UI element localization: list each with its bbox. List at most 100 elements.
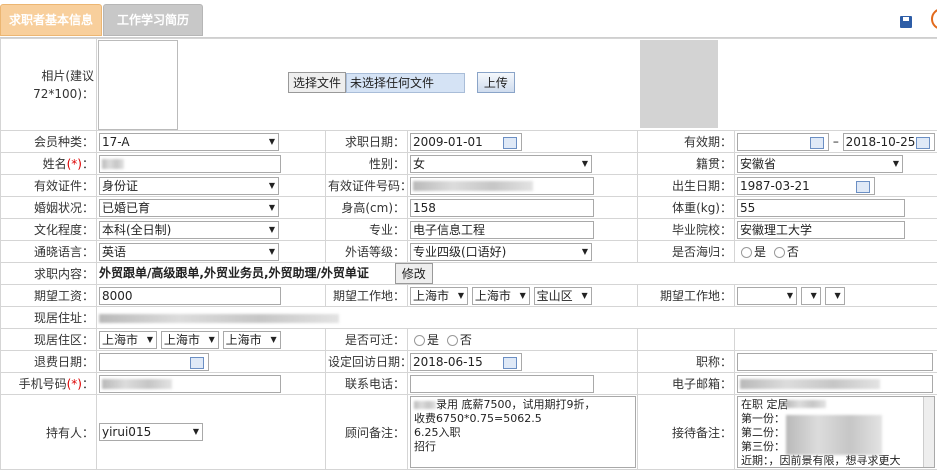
email-input[interactable] — [737, 374, 933, 393]
calendar-icon[interactable] — [856, 180, 870, 193]
expected-location-2-label: 期望工作地： — [637, 284, 735, 307]
choose-file-button[interactable]: 选择文件 — [288, 72, 347, 93]
major-label: 专业： — [325, 218, 408, 241]
revisit-date-label: 设定回访日期： — [325, 350, 408, 373]
phone-label: 联系电话： — [325, 372, 408, 395]
refund-date-input[interactable] — [99, 352, 209, 371]
tab-basic-info[interactable]: 求职者基本信息 — [0, 4, 102, 36]
refresh-icon[interactable] — [931, 8, 937, 30]
weight-input[interactable]: 55 — [737, 198, 905, 217]
calendar-icon[interactable] — [810, 136, 824, 149]
residence-district-select[interactable]: 上海市 ▼ — [222, 330, 281, 349]
residence-province-select[interactable]: 上海市 ▼ — [99, 330, 157, 349]
consultant-note-label: 顾问备注： — [325, 394, 408, 470]
school-input[interactable]: 安徽理工大学 — [737, 220, 905, 239]
validity-label: 有效期： — [637, 130, 735, 153]
returnee-no-label: 否 — [786, 245, 799, 259]
calendar-icon[interactable] — [915, 136, 930, 149]
refund-date-label: 退费日期： — [0, 350, 97, 373]
marital-status-select[interactable]: 已婚已育 ▼ — [99, 198, 279, 217]
language-level-label: 外语等级： — [325, 240, 408, 263]
relocate-yes-radio[interactable] — [414, 335, 425, 346]
expected-city-select[interactable]: 上海市 ▼ — [471, 286, 530, 305]
height-input[interactable]: 158 — [410, 198, 594, 217]
returnee-no-radio[interactable] — [773, 247, 785, 258]
relocate-no-label: 否 — [459, 333, 472, 347]
applicant-form: 相片(建议72*100)： 选择文件 未选择任何文件 上传 会员种类： 17-A ▼… — [0, 38, 937, 470]
owner-select[interactable]: yirui015 ▼ — [99, 423, 203, 441]
save-icon[interactable] — [900, 16, 912, 28]
id-type-label: 有效证件： — [0, 174, 97, 197]
gender-label: 性别： — [325, 152, 408, 175]
apply-date-input[interactable]: 2009-01-01 — [410, 132, 522, 151]
returnee-yes-label: 是 — [754, 245, 767, 259]
phone-input[interactable] — [410, 374, 594, 393]
owner-label: 持有人： — [0, 394, 97, 470]
language-level-select[interactable]: 专业四级(口语好) ▼ — [410, 242, 592, 261]
consultant-note-textarea[interactable]: 录用 底薪7500，试用期打9折， 收费6750*0.75=5062.5 6.2… — [410, 396, 636, 468]
calendar-icon[interactable] — [503, 356, 517, 369]
relocate-label: 是否可迁： — [325, 328, 408, 351]
validity-start-input[interactable] — [737, 132, 829, 151]
education-label: 文化程度： — [0, 218, 97, 241]
education-select[interactable]: 本科(全日制) ▼ — [99, 220, 279, 239]
photo-thumbnail — [639, 40, 718, 128]
upload-button[interactable]: 上传 — [476, 72, 515, 93]
expected-province-select[interactable]: 上海市 ▼ — [410, 286, 468, 305]
language-label: 通晓语言： — [0, 240, 97, 263]
file-name-text: 未选择任何文件 — [346, 72, 466, 93]
expected-province-2-select[interactable]: ▼ — [737, 286, 797, 305]
relocate-no-radio[interactable] — [446, 335, 458, 346]
name-label: 姓名(*)： — [0, 152, 97, 175]
expected-district-2-select[interactable]: ▼ — [824, 286, 845, 305]
photo-label: 相片(建议72*100)： — [0, 38, 97, 131]
id-number-input[interactable] — [410, 176, 594, 195]
returnee-yes-radio[interactable] — [741, 247, 752, 258]
expected-district-select[interactable]: 宝山区 ▼ — [533, 286, 592, 305]
job-content-label: 求职内容： — [0, 262, 97, 285]
id-number-label: 有效证件号码： — [325, 174, 408, 197]
validity-end-input[interactable]: 2018-10-25 — [842, 132, 935, 151]
school-label: 毕业院校： — [637, 218, 735, 241]
relocate-yes-label: 是 — [427, 333, 440, 347]
revisit-date-input[interactable]: 2018-06-15 — [410, 352, 522, 371]
gender-select[interactable]: 女 ▼ — [410, 154, 592, 173]
email-label: 电子邮箱： — [637, 372, 735, 395]
photo-preview — [98, 40, 178, 130]
expected-salary-label: 期望工资： — [0, 284, 97, 307]
expected-salary-input[interactable]: 8000 — [99, 286, 281, 305]
language-select[interactable]: 英语 ▼ — [99, 242, 279, 261]
edit-job-content-button[interactable]: 修改 — [394, 263, 433, 284]
job-title-label: 职称： — [637, 350, 735, 373]
returnee-label: 是否海归： — [637, 240, 735, 263]
member-type-label: 会员种类： — [0, 130, 97, 153]
member-type-select[interactable]: 17-A ▼ — [99, 132, 279, 151]
reception-note-textarea[interactable]: 在职 定居 第一份： 第二份： 第三份： 近期：，因前景有限，想寻求更大 — [737, 396, 935, 468]
calendar-icon[interactable] — [190, 356, 204, 369]
address-value — [99, 313, 339, 323]
residence-area-label: 现居住区： — [0, 328, 97, 351]
date-range-dash: – — [832, 134, 839, 148]
expected-city-2-select[interactable]: ▼ — [800, 286, 821, 305]
native-place-label: 籍贯： — [637, 152, 735, 175]
residence-city-select[interactable]: 上海市 ▼ — [160, 330, 219, 349]
address-label: 现居住址： — [0, 306, 97, 329]
mobile-label: 手机号码(*)： — [0, 372, 97, 395]
reception-note-label: 接待备注： — [637, 394, 735, 470]
native-place-select[interactable]: 安徽省 ▼ — [737, 154, 903, 173]
id-type-select[interactable]: 身份证 ▼ — [99, 176, 279, 195]
height-label: 身高(cm)： — [325, 196, 408, 219]
expected-location-label: 期望工作地： — [325, 284, 408, 307]
tab-work-study-resume[interactable]: 工作学习简历 — [103, 4, 203, 36]
birth-date-input[interactable]: 1987-03-21 — [737, 176, 875, 195]
calendar-icon[interactable] — [503, 136, 517, 149]
tab-bar: 求职者基本信息 工作学习简历 — [0, 0, 937, 38]
major-input[interactable]: 电子信息工程 — [410, 220, 594, 239]
apply-date-label: 求职日期： — [325, 130, 408, 153]
birth-date-label: 出生日期： — [637, 174, 735, 197]
mobile-input[interactable] — [99, 374, 281, 393]
job-title-input[interactable] — [737, 352, 933, 371]
vertical-scrollbar[interactable] — [923, 397, 934, 467]
job-content-value: 外贸跟单/高级跟单,外贸业务员,外贸助理/外贸单证 — [99, 266, 369, 280]
name-input[interactable] — [99, 154, 281, 173]
